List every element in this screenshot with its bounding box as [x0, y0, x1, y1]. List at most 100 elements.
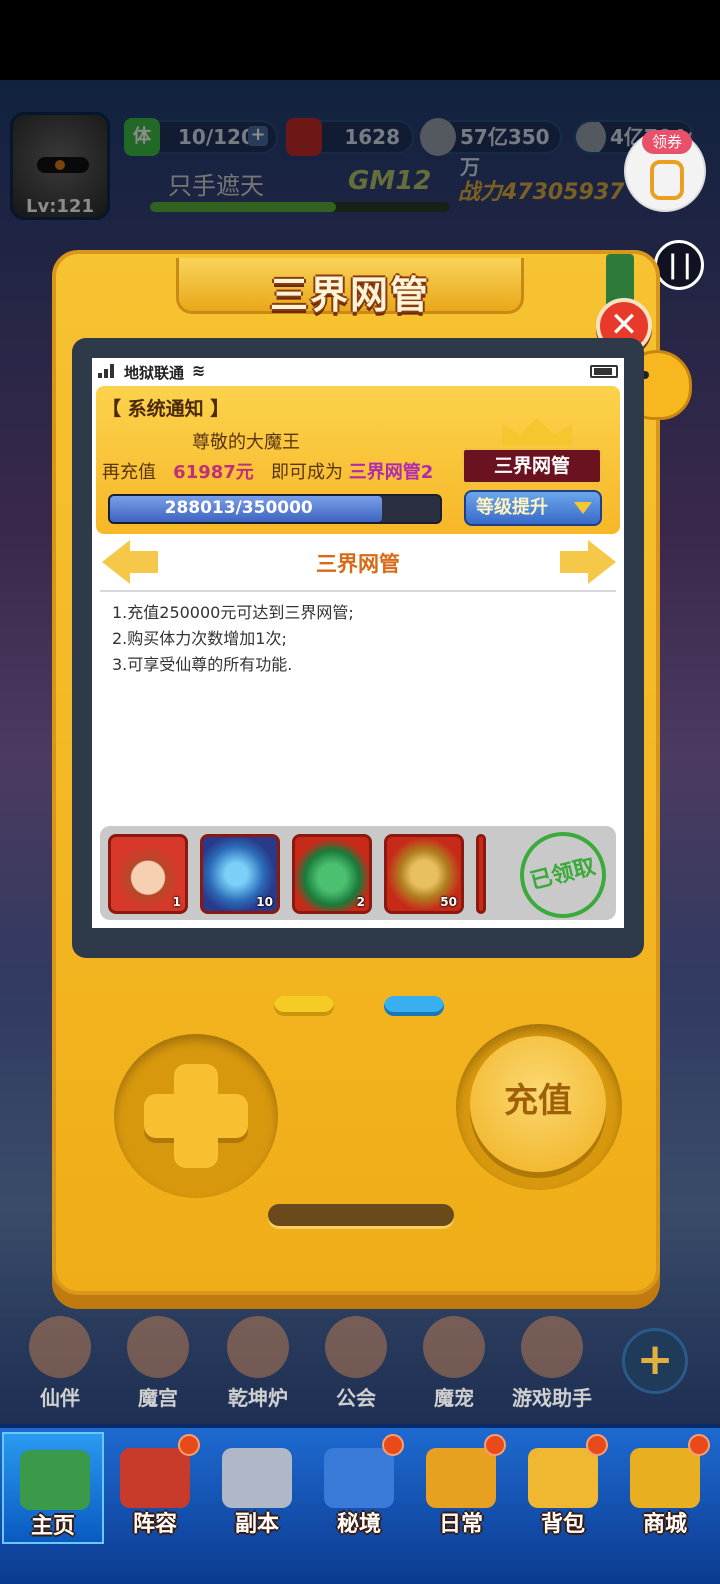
tab-dungeon[interactable]: 副本: [206, 1432, 308, 1544]
tab-home[interactable]: 主页: [2, 1432, 104, 1544]
benefit-item: 1.充值250000元可达到三界网管;: [112, 603, 354, 622]
notification-dot: [586, 1434, 608, 1456]
scroll-icon: [426, 1448, 496, 1508]
tab-label: 阵容: [132, 1512, 177, 1537]
feature-label: 魔宠: [434, 1386, 474, 1410]
dpad-vertical: [174, 1064, 218, 1168]
recharge-line: 再充值 61987元 即可成为 三界网管2: [102, 458, 433, 484]
tier-name: 三界网管: [316, 552, 400, 576]
recharge-middle: 即可成为: [270, 462, 343, 483]
wifi-icon: ≋: [192, 361, 206, 380]
notice-header: 【 系统通知 】: [102, 398, 230, 420]
claimed-stamp: 已领取: [510, 826, 616, 920]
tab-label: 副本: [234, 1512, 279, 1537]
speaker-grill: [268, 1204, 454, 1226]
level-up-label: 等级提升: [476, 497, 548, 518]
recharge-progress-bar: 288013/350000: [108, 494, 442, 524]
portal-icon: [324, 1448, 394, 1508]
flag-icon: [120, 1448, 190, 1508]
feature-assistant[interactable]: 游戏助手: [504, 1316, 600, 1411]
partner-icon: [29, 1316, 91, 1378]
feature-label: 公会: [336, 1386, 376, 1410]
furnace-icon: [227, 1316, 289, 1378]
carrier-name: 地狱联通: [124, 364, 185, 382]
system-notice: 【 系统通知 】 尊敬的大魔王 再充值 61987元 即可成为 三界网管2 28…: [96, 386, 620, 534]
notice-greeting: 尊敬的大魔王: [192, 432, 300, 453]
status-bar-area: [0, 0, 720, 80]
signal-icon: [98, 364, 120, 378]
reward-list: 1 10 2 50 已领取: [100, 826, 616, 920]
tab-daily[interactable]: 日常: [410, 1432, 512, 1544]
assistant-icon: [521, 1316, 583, 1378]
feature-label: 乾坤炉: [228, 1386, 288, 1410]
start-button: [384, 996, 444, 1016]
divider: [100, 590, 616, 592]
reward-shark-icon[interactable]: 10: [200, 834, 280, 914]
reward-count: 10: [256, 895, 273, 909]
dropdown-triangle-icon: [574, 502, 592, 514]
select-button: [274, 996, 334, 1016]
rank-badge: 三界网管: [462, 448, 602, 484]
feature-label: 仙伴: [40, 1386, 80, 1410]
benefit-list: 1.充值250000元可达到三界网管; 2.购买体力次数增加1次; 3.可享受仙…: [112, 600, 354, 678]
reward-partial-icon: [476, 834, 486, 914]
bag-icon: [528, 1448, 598, 1508]
pause-button[interactable]: | |: [654, 240, 704, 290]
gamepad-icon: [650, 160, 684, 200]
reward-count: 1: [172, 895, 181, 909]
feature-guild[interactable]: 公会: [308, 1316, 404, 1411]
reward-hero-icon[interactable]: 1: [108, 834, 188, 914]
notification-dot: [382, 1434, 404, 1456]
feature-furnace[interactable]: 乾坤炉: [210, 1316, 306, 1411]
guild-icon: [325, 1316, 387, 1378]
screen-bezel: 地狱联通 ≋ 【 系统通知 】 尊敬的大魔王 再充值 61987元 即可成为 三…: [72, 338, 644, 958]
feature-label: 魔宫: [138, 1386, 178, 1410]
charge-button[interactable]: 充值: [470, 1036, 606, 1172]
gold-coin-icon: [630, 1448, 700, 1508]
dpad: [114, 1034, 278, 1198]
feature-icon-row: 仙伴 魔宫 乾坤炉 公会 魔宠 游戏助手 +: [0, 1316, 720, 1426]
crown-icon: [482, 408, 592, 448]
charge-button-well: 充值: [456, 1024, 622, 1190]
notification-dot: [484, 1434, 506, 1456]
tab-label: 商城: [642, 1512, 687, 1537]
reward-count: 50: [440, 895, 457, 909]
crossed-swords-icon: [222, 1448, 292, 1508]
tab-label: 主页: [30, 1514, 75, 1539]
battery-icon: [590, 365, 618, 378]
reward-stone-icon[interactable]: 2: [292, 834, 372, 914]
tab-shop[interactable]: 商城: [614, 1432, 716, 1544]
phone-status-bar: 地狱联通 ≋: [92, 358, 624, 386]
feature-pet[interactable]: 魔宠: [406, 1316, 502, 1411]
reward-count: 2: [356, 895, 365, 909]
vip-panel: 三界网管 ✕ 地狱联通 ≋ 【 系统通知 】 尊敬的大魔王 再充值 61987元…: [52, 250, 692, 1295]
palace-icon: [127, 1316, 189, 1378]
benefit-item: 2.购买体力次数增加1次;: [112, 629, 287, 648]
notification-dot: [178, 1434, 200, 1456]
level-up-button[interactable]: 等级提升: [464, 490, 602, 526]
feature-label: 游戏助手: [512, 1386, 592, 1410]
next-rank: 三界网管2: [348, 462, 434, 483]
tab-lineup[interactable]: 阵容: [104, 1432, 206, 1544]
tier-navigator: 三界网管: [92, 538, 624, 588]
feature-partner[interactable]: 仙伴: [12, 1316, 108, 1411]
panel-title-plate: 三界网管: [176, 258, 524, 317]
reward-dragon-icon[interactable]: 50: [384, 834, 464, 914]
tab-label: 秘境: [336, 1512, 381, 1537]
panel-title: 三界网管: [269, 273, 430, 317]
feature-palace[interactable]: 魔宫: [110, 1316, 206, 1411]
tab-bag[interactable]: 背包: [512, 1432, 614, 1544]
tab-label: 日常: [438, 1512, 483, 1537]
expand-plus-icon[interactable]: +: [622, 1328, 688, 1394]
tab-label: 背包: [540, 1512, 585, 1537]
home-temple-icon: [20, 1450, 90, 1510]
recharge-amount: 61987元: [173, 462, 254, 483]
panel-screen: 地狱联通 ≋ 【 系统通知 】 尊敬的大魔王 再充值 61987元 即可成为 三…: [92, 358, 624, 928]
notification-dot: [688, 1434, 710, 1456]
benefit-item: 3.可享受仙尊的所有功能.: [112, 655, 293, 674]
recharge-prefix: 再充值: [102, 462, 156, 483]
tab-secret-realm[interactable]: 秘境: [308, 1432, 410, 1544]
coupon-label: 领券: [642, 130, 692, 154]
egg-icon: [423, 1316, 485, 1378]
coupon-button[interactable]: 领券: [624, 130, 706, 212]
